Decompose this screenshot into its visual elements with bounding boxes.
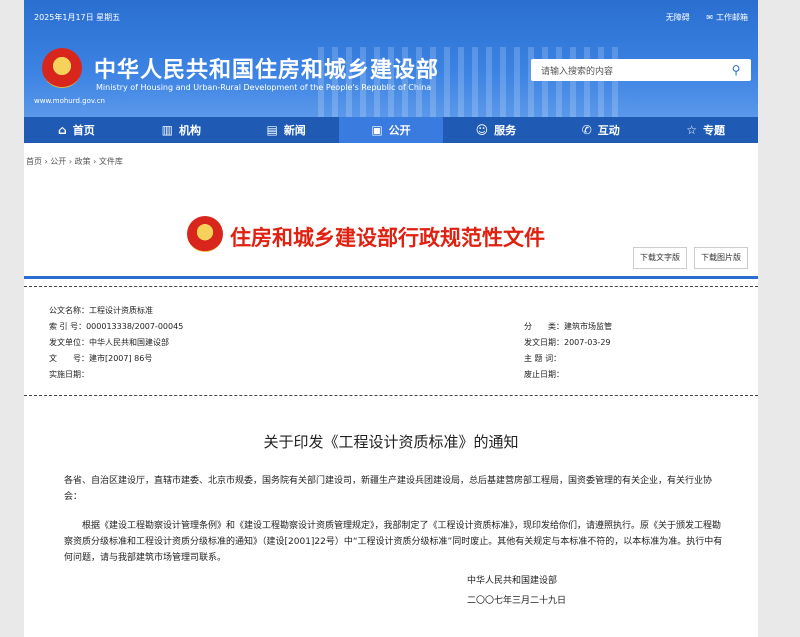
search-box[interactable]: 请输入搜索的内容 ⚲ xyxy=(531,59,751,81)
national-emblem-icon[interactable] xyxy=(42,48,82,88)
download-image-button[interactable]: 下载图片版 xyxy=(694,247,748,269)
nav-service[interactable]: ☺ 服务 xyxy=(443,117,548,143)
document-sign-date: 二〇〇七年三月二十九日 xyxy=(467,596,567,606)
site-header: 2025年1月17日 星期五 无障碍 ✉ 工作邮箱 中华人民共和国住房和城乡建设部… xyxy=(24,0,758,117)
document-recipients: 各省、自治区建设厅，直辖市建委、北京市规委，国务院有关部门建设司，新疆生产建设兵… xyxy=(64,476,713,502)
building-icon: ▥ xyxy=(161,123,173,137)
top-bar: 2025年1月17日 星期五 无障碍 ✉ 工作邮箱 xyxy=(34,10,748,26)
national-emblem-icon xyxy=(187,216,223,252)
open-icon: ▣ xyxy=(371,123,383,137)
home-icon: ⌂ xyxy=(58,123,67,137)
nav-interaction[interactable]: ✆ 互动 xyxy=(548,117,653,143)
meta-index: 索 引 号：000013338/2007-00045 xyxy=(49,322,184,331)
nav-news[interactable]: ▤ 新闻 xyxy=(234,117,339,143)
work-mail-link[interactable]: ✉ 工作邮箱 xyxy=(706,13,748,22)
meta-issue-date: 发文日期：2007-03-29 xyxy=(524,338,611,347)
current-date: 2025年1月17日 星期五 xyxy=(34,13,121,22)
chat-icon: ✆ xyxy=(581,123,592,137)
meta-effective-date: 实施日期： xyxy=(49,370,89,379)
news-icon: ▤ xyxy=(266,123,278,137)
meta-issuer: 发文单位：中华人民共和国建设部 xyxy=(49,338,169,347)
meta-name: 公文名称：工程设计资质标准 xyxy=(49,306,153,315)
site-title-en: Ministry of Housing and Urban-Rural Deve… xyxy=(96,83,432,92)
search-icon[interactable]: ⚲ xyxy=(729,63,743,77)
accessibility-link[interactable]: 无障碍 xyxy=(666,13,690,22)
dashed-divider-bottom xyxy=(24,395,758,396)
main-nav: ⌂ 首页 ▥ 机构 ▤ 新闻 ▣ 公开 ☺ 服务 ✆ 互动 ☆ 专题 xyxy=(24,117,758,143)
nav-special[interactable]: ☆ 专题 xyxy=(653,117,758,143)
meta-subject: 主 题 词： xyxy=(524,354,562,363)
banner-divider xyxy=(24,276,758,279)
breadcrumb[interactable]: 首页 › 公开 › 政策 › 文件库 xyxy=(26,156,123,167)
site-title[interactable]: 中华人民共和国住房和城乡建设部 xyxy=(94,52,439,84)
page: 2025年1月17日 星期五 无障碍 ✉ 工作邮箱 中华人民共和国住房和城乡建设部… xyxy=(24,0,758,637)
dashed-divider-top xyxy=(24,286,758,287)
star-icon: ☆ xyxy=(686,123,697,137)
document-body: 根据《建设工程勘察设计管理条例》和《建设工程勘察设计资质管理规定》，我部制定了《… xyxy=(64,521,723,563)
service-icon: ☺ xyxy=(475,123,489,137)
download-text-button[interactable]: 下载文字版 xyxy=(633,247,687,269)
meta-doc-no: 文 号：建市[2007] 86号 xyxy=(49,354,153,363)
document-signer: 中华人民共和国建设部 xyxy=(467,576,558,586)
nav-home[interactable]: ⌂ 首页 xyxy=(24,117,129,143)
nav-open[interactable]: ▣ 公开 xyxy=(338,117,444,143)
mail-icon: ✉ xyxy=(706,13,713,22)
nav-organization[interactable]: ▥ 机构 xyxy=(129,117,234,143)
meta-category: 分 类：建筑市场监管 xyxy=(524,322,612,331)
search-input[interactable]: 请输入搜索的内容 xyxy=(541,64,613,77)
document-title: 关于印发《工程设计资质标准》的通知 xyxy=(263,433,519,451)
site-url: www.mohurd.gov.cn xyxy=(34,97,105,105)
meta-repeal-date: 废止日期： xyxy=(524,370,564,379)
document-banner-title: 住房和城乡建设部行政规范性文件 xyxy=(230,226,545,250)
